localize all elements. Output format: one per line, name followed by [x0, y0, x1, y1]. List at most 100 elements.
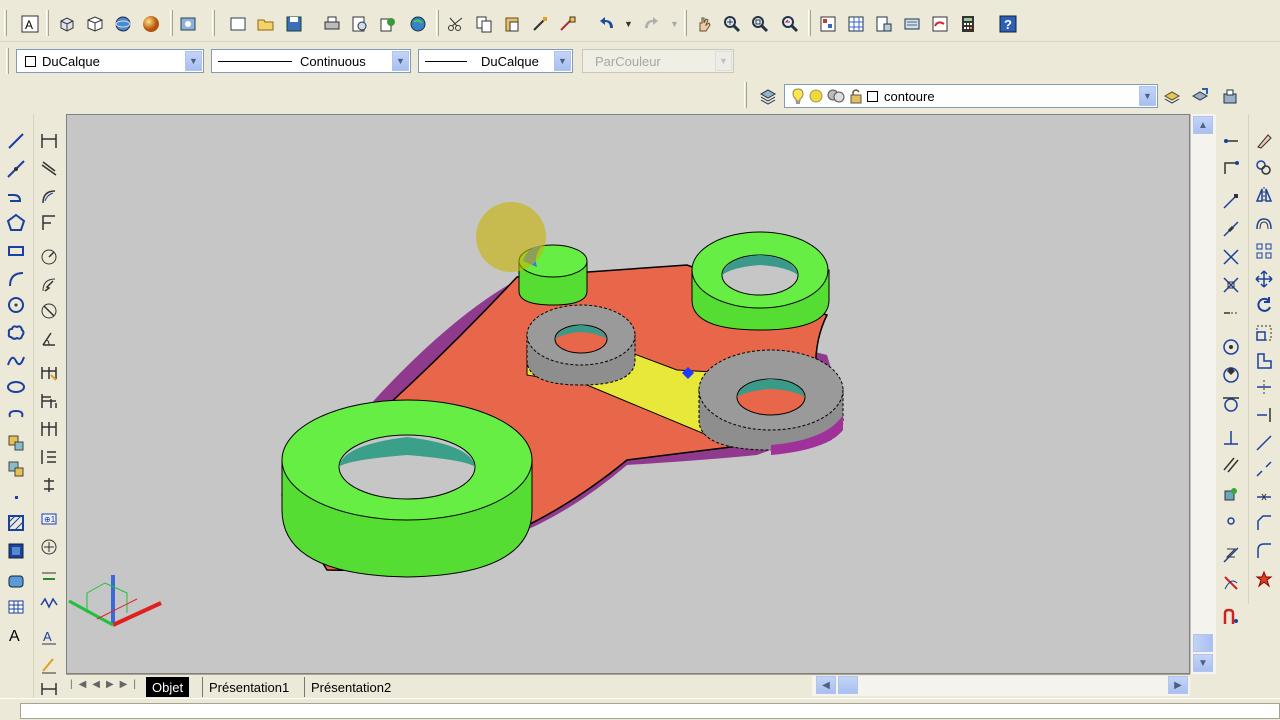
scroll-thumb[interactable] [838, 676, 858, 694]
toolbar-grip[interactable] [436, 10, 439, 36]
layer-manager-icon[interactable] [756, 84, 780, 108]
snap-endpoint-icon[interactable] [1218, 188, 1244, 214]
tab-model[interactable]: Objet [146, 677, 190, 697]
osnap-settings-icon[interactable] [1218, 604, 1244, 630]
web-icon[interactable] [406, 12, 430, 36]
scale-icon[interactable] [1251, 320, 1277, 346]
chevron-down-icon[interactable]: ▼ [554, 51, 571, 71]
arc-icon[interactable] [3, 266, 29, 292]
tab-layout2[interactable]: Présentation2 [304, 677, 397, 697]
insert-block-icon[interactable] [3, 430, 29, 456]
array-icon[interactable] [1251, 238, 1277, 264]
table-icon[interactable] [3, 594, 29, 620]
snap-node-icon[interactable] [1218, 508, 1244, 534]
radius-dim-icon[interactable] [36, 244, 62, 270]
layer-previous-icon[interactable] [1188, 84, 1212, 108]
chevron-down-icon[interactable]: ▼ [185, 51, 202, 71]
snap-apparent-icon[interactable] [1218, 272, 1244, 298]
dim-style-icon[interactable]: A [36, 624, 62, 650]
properties-icon[interactable] [816, 12, 840, 36]
snap-midpoint-icon[interactable] [1218, 216, 1244, 242]
offset-icon[interactable] [1251, 210, 1277, 236]
point-icon[interactable] [3, 484, 29, 510]
layer-control-select[interactable]: contoure ▼ [784, 84, 1158, 108]
make-block-icon[interactable] [3, 456, 29, 482]
help-icon[interactable]: ? [996, 12, 1020, 36]
markup-icon[interactable] [928, 12, 952, 36]
tab-layout1[interactable]: Présentation1 [202, 677, 295, 697]
box-icon[interactable] [55, 12, 79, 36]
ellipse-arc-icon[interactable] [3, 402, 29, 428]
break-at-point-icon[interactable] [1251, 430, 1277, 456]
undo-icon[interactable] [596, 12, 620, 36]
snap-quadrant-icon[interactable] [1218, 362, 1244, 388]
color-control-select[interactable]: DuCalque ▼ [16, 49, 204, 73]
rotate-icon[interactable] [1251, 292, 1277, 318]
snap-insert-icon[interactable] [1218, 480, 1244, 506]
make-current-icon[interactable] [1160, 84, 1184, 108]
continue-dim-icon[interactable] [36, 416, 62, 442]
chamfer-icon[interactable] [1251, 510, 1277, 536]
scroll-left-icon[interactable]: ◀ [816, 676, 836, 694]
center-mark-icon[interactable]: ⊕1 [36, 506, 62, 532]
horizontal-scrollbar[interactable]: ◀ ▶ [812, 676, 1190, 696]
sphere-icon[interactable] [111, 12, 135, 36]
revision-cloud-icon[interactable] [3, 320, 29, 346]
ordinate-dim-icon[interactable] [36, 210, 62, 236]
move-icon[interactable] [1251, 266, 1277, 292]
plot-preview-icon[interactable] [348, 12, 372, 36]
layer-states-icon[interactable] [1218, 84, 1242, 108]
copy-icon[interactable] [472, 12, 496, 36]
match-properties-icon[interactable] [528, 12, 552, 36]
snap-from-icon[interactable] [1218, 154, 1244, 180]
polyline-icon[interactable] [3, 184, 29, 210]
save-icon[interactable] [282, 12, 306, 36]
zoom-previous-icon[interactable] [778, 12, 802, 36]
angular-dim-icon[interactable] [36, 326, 62, 352]
sun-icon[interactable] [808, 88, 824, 104]
snap-intersection-icon[interactable] [1218, 244, 1244, 270]
scroll-right-icon[interactable]: ▶ [1168, 676, 1188, 694]
undo-dropdown-icon[interactable]: ▼ [624, 19, 633, 29]
new-file-icon[interactable] [226, 12, 250, 36]
line-icon[interactable] [3, 128, 29, 154]
scroll-up-icon[interactable]: ▲ [1193, 116, 1213, 134]
toolbar-grip[interactable] [46, 10, 49, 36]
break-icon[interactable] [1251, 456, 1277, 482]
arc-length-icon[interactable] [36, 184, 62, 210]
spline-icon[interactable] [3, 348, 29, 374]
open-file-icon[interactable] [254, 12, 278, 36]
lock-icon[interactable] [827, 88, 845, 104]
toolbar-grip[interactable] [808, 10, 811, 36]
linear-dim-icon[interactable] [36, 128, 62, 154]
erase-icon[interactable] [1251, 128, 1277, 154]
sheet-set-icon[interactable] [900, 12, 924, 36]
chevron-down-icon[interactable]: ▼ [392, 51, 409, 71]
redo-dropdown-icon[interactable]: ▼ [670, 19, 679, 29]
cut-icon[interactable] [444, 12, 468, 36]
pan-icon[interactable] [692, 12, 716, 36]
stretch-icon[interactable] [1251, 348, 1277, 374]
zoom-window-icon[interactable] [748, 12, 772, 36]
extend-icon[interactable] [1251, 402, 1277, 428]
dim-text-angle-icon[interactable] [36, 652, 62, 678]
construction-line-icon[interactable] [3, 156, 29, 182]
publish-icon[interactable] [376, 12, 400, 36]
toolbar-grip[interactable] [4, 10, 7, 36]
snap-parallel-icon[interactable] [1218, 452, 1244, 478]
join-icon[interactable] [1251, 484, 1277, 510]
mirror-icon[interactable] [1251, 182, 1277, 208]
toolbar-grip[interactable] [684, 10, 687, 36]
design-center-icon[interactable] [844, 12, 868, 36]
snap-center-icon[interactable] [1218, 334, 1244, 360]
command-line[interactable] [0, 698, 1280, 720]
quickcalc-icon[interactable] [956, 12, 980, 36]
temp-track-icon[interactable] [1218, 128, 1244, 154]
lock-open-icon[interactable] [848, 88, 864, 104]
lineweight-control-select[interactable]: DuCalque ▼ [418, 49, 573, 73]
render-icon[interactable] [176, 12, 200, 36]
model-space-viewport[interactable] [66, 114, 1190, 674]
aligned-dim-icon[interactable] [36, 156, 62, 182]
trim-icon[interactable] [1251, 374, 1277, 400]
tool-palettes-icon[interactable] [872, 12, 896, 36]
